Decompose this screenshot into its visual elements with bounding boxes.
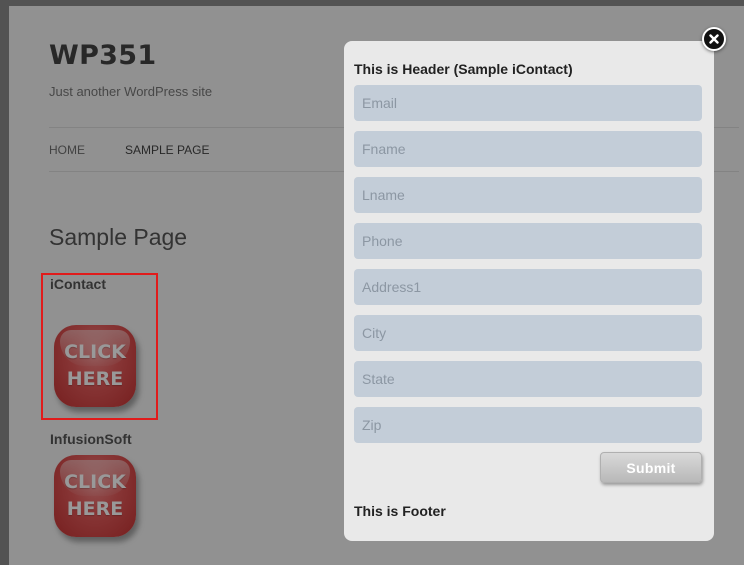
- modal-close-button[interactable]: [702, 27, 726, 51]
- state-field[interactable]: [354, 361, 702, 397]
- modal-header: This is Header (Sample iContact): [354, 61, 573, 77]
- zip-field[interactable]: [354, 407, 702, 443]
- submit-button[interactable]: Submit: [600, 452, 702, 483]
- phone-field[interactable]: [354, 223, 702, 259]
- lname-field[interactable]: [354, 177, 702, 213]
- fname-field[interactable]: [354, 131, 702, 167]
- modal-footer: This is Footer: [354, 503, 446, 519]
- city-field[interactable]: [354, 315, 702, 351]
- email-field[interactable]: [354, 85, 702, 121]
- highlight-annotation-box: [41, 273, 158, 420]
- close-icon: [709, 34, 719, 44]
- address1-field[interactable]: [354, 269, 702, 305]
- signup-modal: This is Header (Sample iContact) Submit …: [344, 41, 714, 541]
